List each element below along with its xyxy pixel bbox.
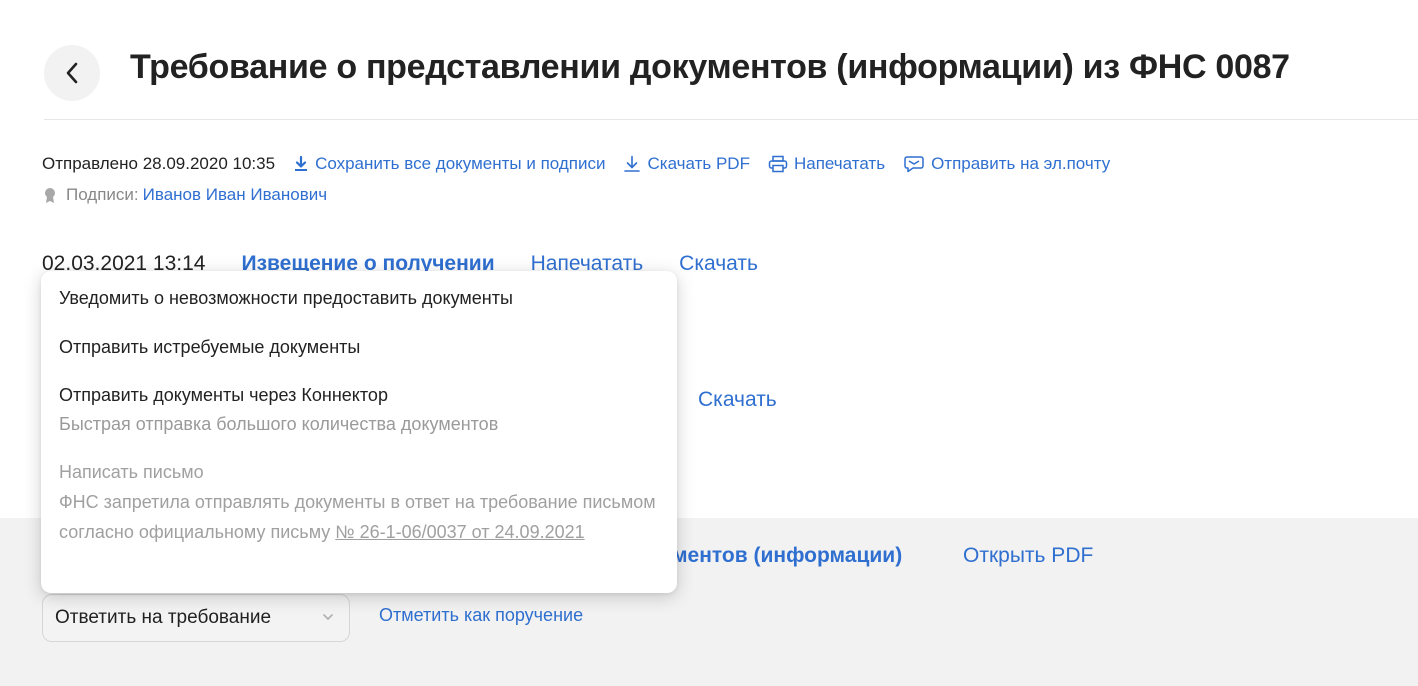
reply-select[interactable]: Ответить на требование bbox=[42, 594, 350, 642]
print-link[interactable]: Напечатать bbox=[768, 154, 885, 174]
mark-as-assignment-link[interactable]: Отметить как поручение bbox=[379, 605, 583, 626]
header-divider bbox=[44, 119, 1418, 120]
download-icon bbox=[624, 155, 641, 172]
menu-item-subtitle: Быстрая отправка большого количества док… bbox=[59, 414, 499, 434]
reply-dropdown-menu: Уведомить о невозможности предоставить д… bbox=[41, 271, 677, 593]
sent-date: Отправлено 28.09.2020 10:35 bbox=[42, 154, 276, 173]
download-pdf-link[interactable]: Скачать PDF bbox=[623, 154, 750, 174]
printer-icon bbox=[768, 155, 788, 173]
print-label: Напечатать bbox=[793, 154, 886, 173]
signer-link[interactable]: Иванов Иван Иванович bbox=[143, 185, 327, 205]
save-all-label: Сохранить все документы и подписи bbox=[315, 154, 606, 173]
menu-item-label: Написать письмо bbox=[59, 462, 204, 482]
back-button[interactable] bbox=[44, 45, 100, 101]
menu-item-send-documents[interactable]: Отправить истребуемые документы bbox=[59, 337, 360, 358]
menu-item-label: Отправить истребуемые документы bbox=[59, 337, 361, 357]
download-filled-icon bbox=[295, 156, 308, 171]
menu-item-description: ФНС запретила отправлять документы в отв… bbox=[59, 487, 669, 547]
save-all-link[interactable]: Сохранить все документы и подписи bbox=[293, 154, 605, 174]
menu-item-write-letter: Написать письмо ФНС запретила отправлять… bbox=[59, 457, 669, 547]
message-icon bbox=[904, 156, 924, 173]
document-meta-row: Отправлено 28.09.2020 10:35 Сохранить вс… bbox=[42, 154, 1110, 174]
signatures-label: Подписи: bbox=[66, 185, 139, 204]
document-title-link[interactable]: ментов (информации) bbox=[672, 544, 902, 568]
download-pdf-label: Скачать PDF bbox=[647, 154, 750, 173]
page-header: Требование о представлении документов (и… bbox=[0, 0, 1418, 120]
send-email-link[interactable]: Отправить на эл.почту bbox=[903, 154, 1110, 174]
official-letter-link[interactable]: № 26-1-06/0037 от 24.09.2021 bbox=[335, 522, 584, 542]
menu-item-label: Уведомить о невозможности предоставить д… bbox=[59, 288, 513, 308]
menu-item-send-via-connector[interactable]: Отправить документы через Коннектор Быст… bbox=[59, 385, 498, 435]
chevron-left-icon bbox=[66, 62, 78, 84]
chevron-down-icon bbox=[323, 614, 333, 620]
event-download-link[interactable]: Скачать bbox=[679, 252, 758, 276]
open-pdf-link[interactable]: Открыть PDF bbox=[963, 544, 1093, 568]
signatures-row: Подписи: Иванов Иван Иванович bbox=[42, 185, 327, 205]
seal-icon bbox=[45, 187, 55, 203]
reply-select-value: Ответить на требование bbox=[55, 607, 272, 628]
menu-item-label: Отправить документы через Коннектор bbox=[59, 385, 388, 405]
send-email-label: Отправить на эл.почту bbox=[931, 154, 1111, 173]
page-title: Требование о представлении документов (и… bbox=[130, 48, 1290, 86]
second-download-link[interactable]: Скачать bbox=[698, 388, 777, 412]
menu-item-notify-impossible[interactable]: Уведомить о невозможности предоставить д… bbox=[59, 288, 513, 309]
